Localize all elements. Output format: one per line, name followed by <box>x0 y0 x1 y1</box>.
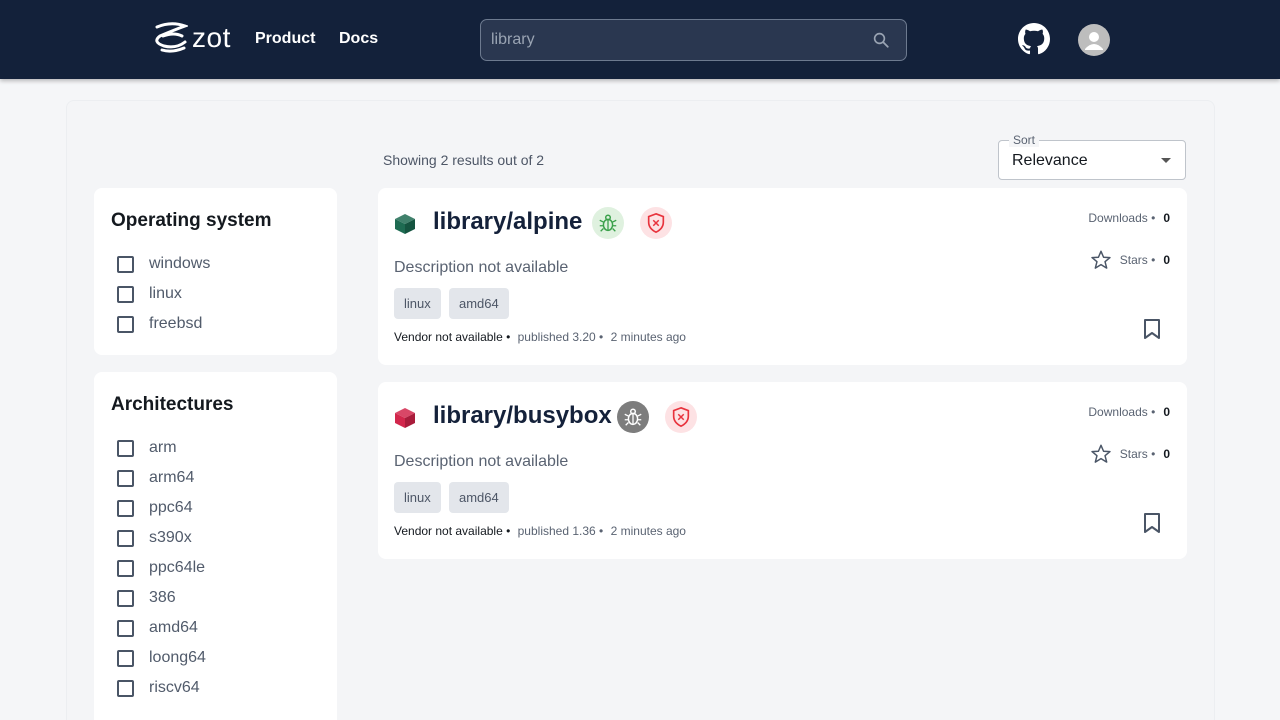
logo-text: zot <box>192 22 231 53</box>
checkbox[interactable] <box>117 255 134 273</box>
arch-filter-loong64[interactable]: loong64 <box>117 643 206 673</box>
results-count: Showing 2 results out of 2 <box>383 152 545 168</box>
repo-footer: Vendor not available • published 3.20 • … <box>394 330 686 344</box>
stars-stat[interactable]: Stars • 0 <box>1090 443 1170 465</box>
arch-filter-riscv64[interactable]: riscv64 <box>117 673 200 703</box>
checkbox[interactable] <box>117 285 134 303</box>
arch-filter-card: Architectures arm arm64 ppc64 s390x ppc6… <box>94 372 337 720</box>
filter-label: arm64 <box>149 469 195 486</box>
arch-filter-s390x[interactable]: s390x <box>117 523 192 553</box>
sort-select[interactable]: Sort Relevance <box>998 133 1186 180</box>
tag-chip: linux <box>394 288 441 319</box>
checkbox[interactable] <box>117 439 134 457</box>
sort-label: Sort <box>1009 133 1040 147</box>
stars-label: Stars <box>1119 253 1148 267</box>
checkbox[interactable] <box>117 469 134 487</box>
nav-docs-link[interactable]: Docs <box>339 30 378 48</box>
repo-title[interactable]: library/alpine <box>433 208 582 236</box>
star-icon[interactable] <box>1090 443 1112 465</box>
checkbox[interactable] <box>117 589 134 607</box>
checkbox[interactable] <box>117 619 134 637</box>
search-input[interactable] <box>491 20 861 60</box>
vendor-text: Vendor not available <box>394 330 503 344</box>
arch-filter-arm[interactable]: arm <box>117 433 177 463</box>
stars-label: Stars <box>1119 447 1148 461</box>
os-filter-title: Operating system <box>111 210 272 231</box>
checkbox[interactable] <box>117 679 134 697</box>
tag-chip: amd64 <box>449 482 509 513</box>
published-time: 2 minutes ago <box>610 524 686 538</box>
shield-x-icon <box>640 207 672 239</box>
filter-label: arm <box>149 439 177 456</box>
checkbox[interactable] <box>117 649 134 667</box>
filter-label: loong64 <box>149 649 206 666</box>
filter-label: riscv64 <box>149 679 200 696</box>
os-filter-windows[interactable]: windows <box>117 249 210 279</box>
bug-unknown-icon <box>617 401 649 433</box>
arch-filter-amd64[interactable]: amd64 <box>117 613 198 643</box>
filter-label: amd64 <box>149 619 198 636</box>
nav-product-link[interactable]: Product <box>255 30 315 48</box>
arch-filter-ppc64[interactable]: ppc64 <box>117 493 193 523</box>
checkbox[interactable] <box>117 499 134 517</box>
stars-count: 0 <box>1163 253 1170 267</box>
downloads-count: 0 <box>1163 405 1170 419</box>
stars-count: 0 <box>1163 447 1170 461</box>
search-bar[interactable] <box>480 19 907 61</box>
filter-label: freebsd <box>149 315 203 332</box>
vendor-text: Vendor not available <box>394 524 503 538</box>
arch-filter-386[interactable]: 386 <box>117 583 176 613</box>
top-app-bar: zot Product Docs <box>0 0 1280 79</box>
star-icon[interactable] <box>1090 249 1112 271</box>
os-filter-card: Operating system windows linux freebsd <box>94 188 337 355</box>
github-icon[interactable] <box>1018 23 1050 55</box>
arch-filter-ppc64le[interactable]: ppc64le <box>117 553 205 583</box>
search-icon[interactable] <box>872 31 890 49</box>
published-version: published 1.36 <box>517 524 596 538</box>
os-filter-freebsd[interactable]: freebsd <box>117 309 202 339</box>
downloads-stat: Downloads • 0 <box>1088 211 1170 225</box>
published-time: 2 minutes ago <box>610 330 686 344</box>
filter-label: ppc64le <box>149 559 206 576</box>
checkbox[interactable] <box>117 559 134 577</box>
zot-logo[interactable]: zot <box>154 22 231 54</box>
zot-logo-icon <box>155 22 188 53</box>
repo-title[interactable]: library/busybox <box>433 402 612 430</box>
repo-card-alpine[interactable]: library/alpine Description not available… <box>378 188 1187 365</box>
repo-cube-icon <box>395 214 415 234</box>
repo-cube-icon <box>395 408 415 428</box>
os-filter-linux[interactable]: linux <box>117 279 182 309</box>
tag-chip: linux <box>394 482 441 513</box>
filter-label: ppc64 <box>149 499 193 516</box>
tag-chip: amd64 <box>449 288 509 319</box>
arch-filter-arm64[interactable]: arm64 <box>117 463 194 493</box>
repo-card-busybox[interactable]: library/busybox Description not availabl… <box>378 382 1187 559</box>
stars-stat[interactable]: Stars • 0 <box>1090 249 1170 271</box>
checkbox[interactable] <box>117 315 134 333</box>
repo-description: Description not available <box>394 259 569 276</box>
bug-clean-icon <box>592 207 624 239</box>
published-version: published 3.20 <box>517 330 596 344</box>
bookmark-icon[interactable] <box>1143 512 1161 534</box>
repo-description: Description not available <box>394 453 569 470</box>
bookmark-icon[interactable] <box>1143 318 1161 340</box>
filter-label: windows <box>149 255 211 272</box>
dropdown-caret-icon <box>1161 158 1171 163</box>
user-avatar-icon <box>1085 32 1103 50</box>
arch-filter-title: Architectures <box>111 394 234 415</box>
shield-x-icon <box>665 401 697 433</box>
repo-footer: Vendor not available • published 1.36 • … <box>394 524 686 538</box>
downloads-label: Downloads <box>1088 405 1148 419</box>
checkbox[interactable] <box>117 529 134 547</box>
downloads-stat: Downloads • 0 <box>1088 405 1170 419</box>
filter-label: linux <box>149 285 182 302</box>
user-avatar[interactable] <box>1078 24 1110 56</box>
filter-label: s390x <box>149 529 192 546</box>
sort-value: Relevance <box>1012 152 1088 169</box>
downloads-count: 0 <box>1163 211 1170 225</box>
filter-label: 386 <box>149 589 176 606</box>
downloads-label: Downloads <box>1088 211 1148 225</box>
